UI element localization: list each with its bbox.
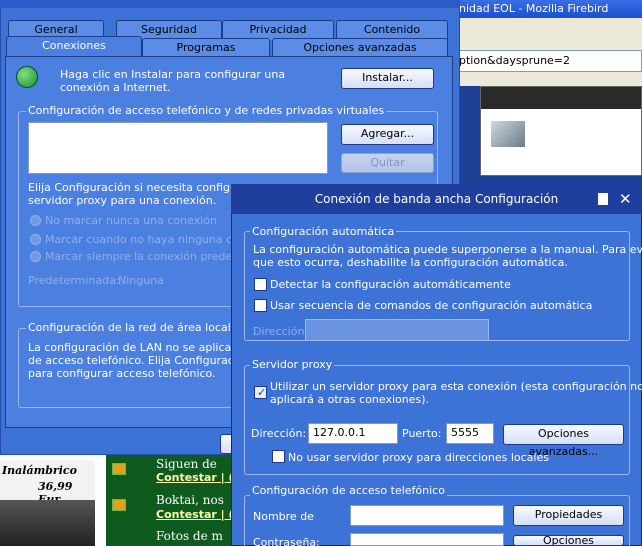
auto-config-description-2: que esto ocurra, deshabilite la configur… [253,256,568,269]
firebird-url-bar[interactable]: ption&daysprune=2 [455,50,642,72]
auto-script-label: Usar secuencia de comandos de configurac… [270,299,593,312]
proxy-advanced-button[interactable]: Opciones avanzadas... [503,424,624,458]
tab-advanced[interactable]: Opciones avanzadas [272,38,448,58]
close-icon[interactable]: ✕ [619,190,632,208]
dialup-settings-group-label: Configuración de acceso telefónico [250,484,447,497]
radio-never-dial[interactable] [30,215,41,226]
small-window-logo-icon [491,121,525,147]
small-window-titlebar [481,87,641,109]
lan-description-1: La configuración de LAN no se aplica a l… [28,341,231,354]
thread-title[interactable]: Siguen de [156,457,240,471]
radio-always-dial[interactable] [30,251,41,262]
thread-title[interactable]: Boktai, nos [156,493,240,507]
default-connection-label: Predeterminada: [28,274,120,287]
dialup-properties-button[interactable]: Propiedades [513,505,624,526]
radio-dial-when-none-label: Marcar cuando no haya ninguna conex [45,233,231,246]
install-description: Haga clic en Instalar para configurar un… [60,68,286,94]
help-icon[interactable] [598,193,608,205]
internet-properties-titlebar [0,0,460,8]
script-address-input[interactable] [305,319,489,341]
lan-group-label: Configuración de la red de área local (L… [26,321,232,334]
thread-title[interactable]: Fotos de m [156,529,240,543]
dialup-vpn-group-label: Configuración de acceso telefónico y de … [26,104,387,117]
remove-button[interactable]: Quitar [341,153,434,173]
add-button[interactable]: Agregar... [341,124,434,145]
detect-settings-label: Detectar la configuración automáticament… [270,278,511,291]
tab-content[interactable]: Contenido [336,20,448,40]
radio-dial-when-none[interactable] [30,234,41,245]
advert-title: Inalámbrico [2,464,77,477]
lan-description-2: de acceso telefónico. Elija Configuració… [28,354,231,367]
check-icon: ✓ [257,386,267,399]
advert-product-image [0,500,95,546]
password-label: Contraseña: [253,536,320,546]
thread-icon [112,499,126,511]
broadband-dialog-title: Conexión de banda ancha Configuración [231,184,642,214]
proxy-port-label: Puerto: [402,427,442,440]
firebird-window-title: nidad EOL - Mozilla Firebird [455,0,642,18]
auto-config-group-label: Configuración automática [250,225,397,238]
use-proxy-label-1: Utilizar un servidor proxy para esta con… [270,380,642,393]
radio-never-dial-label: No marcar nunca una conexión [45,214,217,227]
thread-icon [112,463,126,475]
network-globe-icon [16,66,38,88]
username-input[interactable] [350,505,504,526]
firebird-toolbar [455,18,642,50]
tab-connections[interactable]: Conexiones [6,36,142,58]
detect-settings-checkbox[interactable] [254,278,267,291]
thread-reply-link[interactable]: Contestar | ( [156,471,240,484]
auto-script-checkbox[interactable] [254,299,267,312]
use-proxy-label-2: aplicará a otras conexiones). [270,393,430,406]
proxy-group-label: Servidor proxy [250,358,335,371]
thread-reply-link[interactable]: Contestar | ( [156,508,240,521]
firebird-toolbar-gap [455,72,642,86]
choose-description-2: servidor proxy para una conexión. [28,194,217,207]
tab-programs[interactable]: Programas [142,38,270,58]
connections-listbox[interactable] [28,122,328,174]
lan-description-3: para configurar acceso telefónico. [28,367,216,380]
choose-description-1: Elija Configuración si necesita configur… [28,181,238,194]
default-connection-value: Ninguna [118,274,164,287]
script-address-label: Dirección [253,325,305,338]
auto-config-description-1: La configuración automática puede superp… [253,243,642,256]
bypass-local-checkbox[interactable] [272,450,285,463]
forum-thread-list: Siguen de Contestar | ( Boktai, nos Cont… [106,455,240,546]
dialup-advanced-button[interactable]: Opciones avanzadas... [513,535,624,546]
install-button[interactable]: Instalar... [341,68,434,89]
username-label: Nombre de [253,510,314,523]
bypass-local-label: No usar servidor proxy para direcciones … [288,451,549,464]
radio-always-dial-label: Marcar siempre la conexión predetermin [45,250,231,263]
proxy-port-input[interactable]: 5555 [446,423,494,444]
proxy-address-input[interactable]: 127.0.0.1 [308,423,398,444]
use-proxy-checkbox[interactable]: ✓ [254,386,267,399]
advert-box: Inalámbrico 36,99 Eur [0,460,95,546]
tab-privacy[interactable]: Privacidad [222,20,334,40]
password-input[interactable] [350,533,504,546]
proxy-address-label: Dirección: [251,427,307,440]
background-small-window [480,86,642,176]
